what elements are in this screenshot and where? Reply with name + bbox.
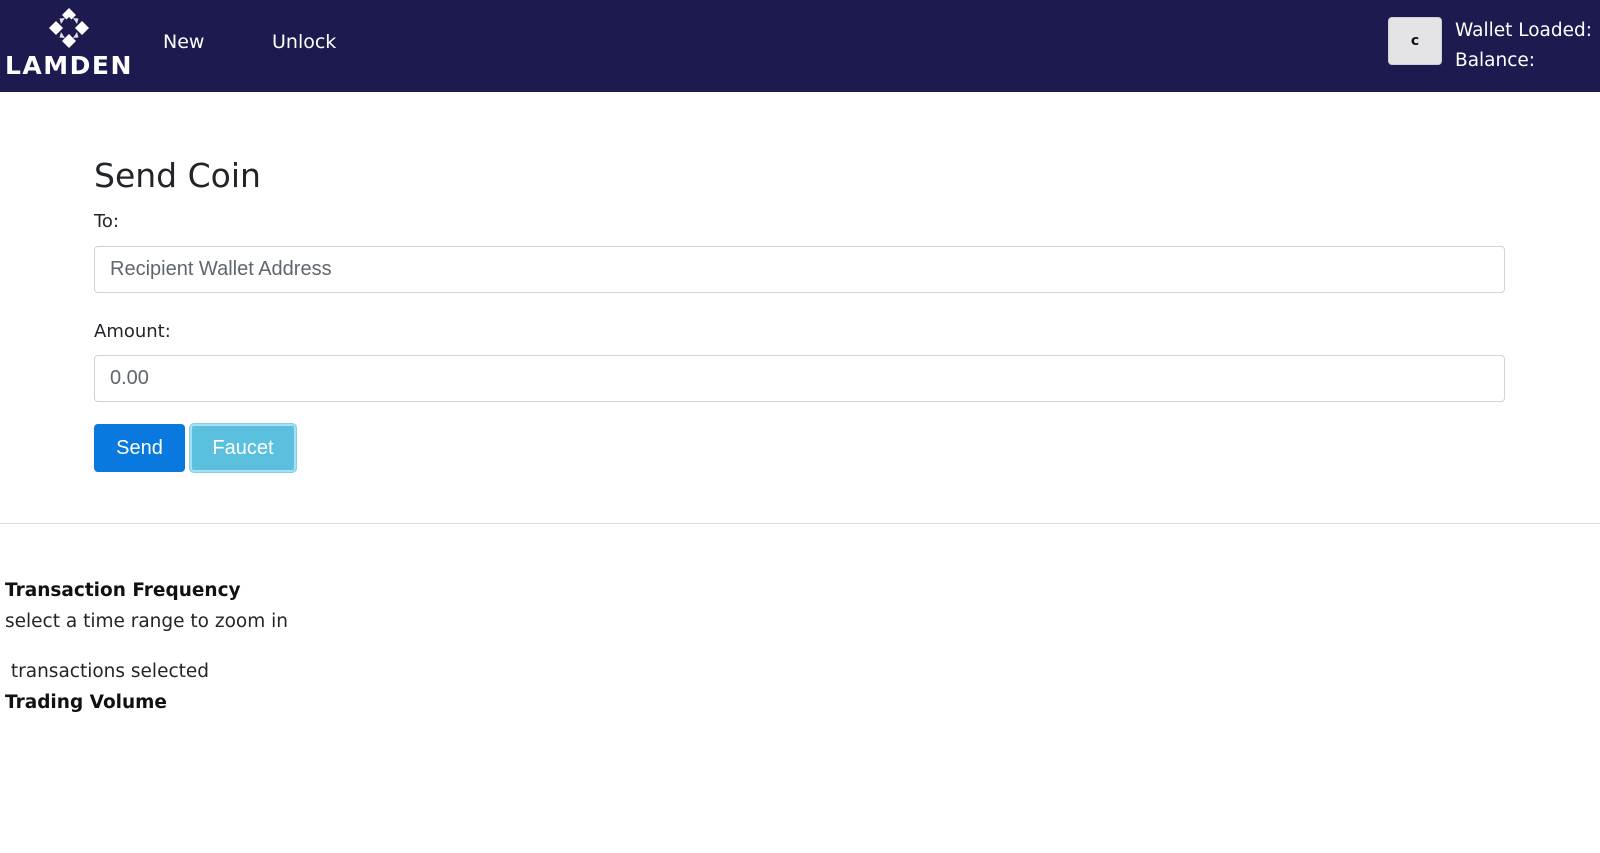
to-label: To: bbox=[94, 211, 120, 232]
send-coin-title: Send Coin bbox=[94, 156, 261, 195]
refresh-wallet-button[interactable]: c bbox=[1388, 17, 1442, 65]
amount-label: Amount: bbox=[94, 321, 171, 342]
transaction-frequency-title: Transaction Frequency bbox=[5, 580, 241, 601]
transactions-selected-text: transactions selected bbox=[5, 661, 209, 682]
nav-item-new[interactable]: New bbox=[163, 30, 204, 54]
refresh-icon: c bbox=[1410, 33, 1420, 49]
faucet-button[interactable]: Faucet bbox=[190, 424, 296, 472]
recipient-address-input[interactable] bbox=[94, 246, 1505, 293]
top-navbar: LAMDEN New Unlock c Wallet Loaded: Balan… bbox=[0, 0, 1600, 92]
trading-volume-title: Trading Volume bbox=[5, 692, 167, 713]
send-button[interactable]: Send bbox=[94, 424, 185, 472]
nav-item-unlock[interactable]: Unlock bbox=[272, 30, 336, 54]
wallet-balance-label: Balance: bbox=[1455, 50, 1536, 71]
wallet-loaded-label: Wallet Loaded: bbox=[1455, 20, 1592, 41]
section-divider bbox=[0, 523, 1600, 524]
lamden-diamond-logo-icon bbox=[49, 8, 89, 48]
brand-name: LAMDEN bbox=[5, 51, 133, 80]
amount-input[interactable] bbox=[94, 355, 1505, 402]
wallet-status: Wallet Loaded: Balance: bbox=[1455, 16, 1600, 76]
zoom-hint-text: select a time range to zoom in bbox=[5, 611, 288, 632]
brand-logo-link[interactable]: LAMDEN bbox=[5, 8, 131, 80]
